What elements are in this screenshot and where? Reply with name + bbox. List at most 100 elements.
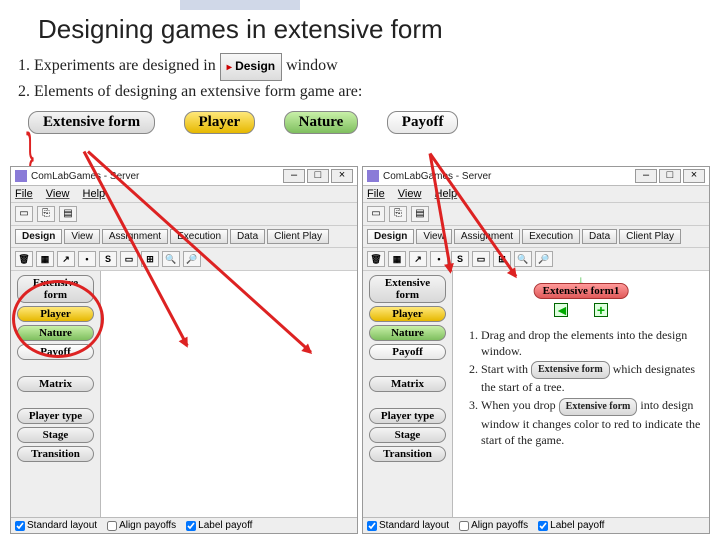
tab-view[interactable]: View bbox=[416, 229, 452, 244]
tab-execution[interactable]: Execution bbox=[170, 229, 228, 244]
status-standard-layout[interactable]: Standard layout bbox=[367, 520, 449, 531]
palette-player-type[interactable]: Player type bbox=[17, 408, 94, 424]
chip-player: Player bbox=[184, 111, 256, 134]
slide-title: Designing games in extensive form bbox=[0, 0, 720, 53]
tool-zoom-icon[interactable]: 🔍 bbox=[514, 251, 532, 267]
tab-client-play[interactable]: Client Play bbox=[619, 229, 681, 244]
status-align-payoffs[interactable]: Align payoffs bbox=[459, 520, 528, 531]
design-toolbar: 🗑 ▦ ↗ • S ▭ ⊞ 🔍 🔎 bbox=[11, 248, 357, 271]
palette-extensive-form[interactable]: Extensive form bbox=[369, 275, 446, 303]
tool-icon[interactable]: S bbox=[99, 251, 117, 267]
tabbar: Design View Assignment Execution Data Cl… bbox=[363, 226, 709, 248]
close-button[interactable]: × bbox=[331, 169, 353, 183]
handle-collapse-icon[interactable]: ◄ bbox=[554, 303, 568, 317]
menu-view[interactable]: View bbox=[398, 188, 422, 200]
palette-nature[interactable]: Nature bbox=[369, 325, 446, 341]
tool-icon[interactable]: ⊞ bbox=[141, 251, 159, 267]
design-canvas[interactable] bbox=[101, 271, 357, 517]
tool-icon[interactable]: • bbox=[430, 251, 448, 267]
tab-design[interactable]: Design bbox=[367, 229, 414, 244]
status-label-payoff[interactable]: Label payoff bbox=[186, 520, 252, 531]
chip-extensive-form: Extensive form bbox=[28, 111, 155, 134]
tab-design[interactable]: Design bbox=[15, 229, 62, 244]
tool-trash-icon[interactable]: 🗑 bbox=[15, 251, 33, 267]
app-icon bbox=[15, 170, 27, 182]
app-window-left: ComLabGames - Server – □ × File View Hel… bbox=[10, 166, 358, 534]
toolbar-icon[interactable]: ▭ bbox=[367, 206, 385, 222]
element-chip-row: Extensive form Player Nature Payoff bbox=[0, 103, 720, 142]
node-extensive-form1: Extensive form1 bbox=[534, 283, 629, 299]
window-title: ComLabGames - Server bbox=[31, 171, 281, 182]
tool-icon[interactable]: S bbox=[451, 251, 469, 267]
menu-view[interactable]: View bbox=[46, 188, 70, 200]
maximize-button[interactable]: □ bbox=[659, 169, 681, 183]
menu-file[interactable]: File bbox=[367, 188, 385, 200]
instructions: Drag and drop the elements into the desi… bbox=[461, 327, 703, 450]
status-standard-layout[interactable]: Standard layout bbox=[15, 520, 97, 531]
status-align-payoffs[interactable]: Align payoffs bbox=[107, 520, 176, 531]
tool-icon[interactable]: ↗ bbox=[57, 251, 75, 267]
tool-icon[interactable]: ▦ bbox=[36, 251, 54, 267]
handle-expand-icon[interactable]: + bbox=[594, 303, 608, 317]
menu-help[interactable]: Help bbox=[83, 188, 106, 200]
toolbar-icon[interactable]: ▤ bbox=[59, 206, 77, 222]
close-button[interactable]: × bbox=[683, 169, 705, 183]
toolbar-icon[interactable]: ▭ bbox=[15, 206, 33, 222]
instruction-1: Drag and drop the elements into the desi… bbox=[481, 328, 687, 358]
design-canvas[interactable]: ↓ Extensive form1 ◄ + Drag and drop the … bbox=[453, 271, 709, 517]
tool-icon[interactable]: ▦ bbox=[388, 251, 406, 267]
tab-assignment[interactable]: Assignment bbox=[102, 229, 168, 244]
slide-accent bbox=[180, 0, 300, 10]
palette-stage[interactable]: Stage bbox=[369, 427, 446, 443]
status-label-payoff[interactable]: Label payoff bbox=[538, 520, 604, 531]
node-handles: ◄ + bbox=[554, 303, 608, 317]
tool-zoom-icon[interactable]: 🔍 bbox=[162, 251, 180, 267]
palette-payoff[interactable]: Payoff bbox=[369, 344, 446, 360]
palette-player[interactable]: Player bbox=[369, 306, 446, 322]
iconbar: ▭ ⎘ ▤ bbox=[363, 203, 709, 226]
tool-icon[interactable]: • bbox=[78, 251, 96, 267]
tool-icon[interactable]: ↗ bbox=[409, 251, 427, 267]
tool-icon[interactable]: ⊞ bbox=[493, 251, 511, 267]
toolbar-icon[interactable]: ⎘ bbox=[37, 206, 55, 222]
design-window-chip: ▸ Design bbox=[220, 53, 282, 81]
inline-chip-extensive-form: Extensive form bbox=[531, 361, 610, 379]
tool-zoom-icon[interactable]: 🔎 bbox=[183, 251, 201, 267]
tool-icon[interactable]: ▭ bbox=[120, 251, 138, 267]
palette: Extensive form Player Nature Payoff Matr… bbox=[363, 271, 453, 517]
palette-player[interactable]: Player bbox=[17, 306, 94, 322]
menu-help[interactable]: Help bbox=[435, 188, 458, 200]
tab-execution[interactable]: Execution bbox=[522, 229, 580, 244]
palette-player-type[interactable]: Player type bbox=[369, 408, 446, 424]
window-title: ComLabGames - Server bbox=[383, 171, 633, 182]
palette-nature[interactable]: Nature bbox=[17, 325, 94, 341]
palette-transition[interactable]: Transition bbox=[17, 446, 94, 462]
dropped-node[interactable]: Extensive form1 bbox=[532, 283, 631, 299]
tab-view[interactable]: View bbox=[64, 229, 100, 244]
tab-client-play[interactable]: Client Play bbox=[267, 229, 329, 244]
app-window-right: ComLabGames - Server – □ × File View Hel… bbox=[362, 166, 710, 534]
palette-payoff[interactable]: Payoff bbox=[17, 344, 94, 360]
palette-transition[interactable]: Transition bbox=[369, 446, 446, 462]
tool-trash-icon[interactable]: 🗑 bbox=[367, 251, 385, 267]
palette-matrix[interactable]: Matrix bbox=[17, 376, 94, 392]
tool-zoom-icon[interactable]: 🔎 bbox=[535, 251, 553, 267]
minimize-button[interactable]: – bbox=[283, 169, 305, 183]
intro-line1b: window bbox=[286, 57, 338, 74]
menubar: File View Help bbox=[363, 186, 709, 203]
menubar: File View Help bbox=[11, 186, 357, 203]
palette-extensive-form[interactable]: Extensive form bbox=[17, 275, 94, 303]
tab-assignment[interactable]: Assignment bbox=[454, 229, 520, 244]
toolbar-icon[interactable]: ⎘ bbox=[389, 206, 407, 222]
palette-stage[interactable]: Stage bbox=[17, 427, 94, 443]
tab-data[interactable]: Data bbox=[582, 229, 617, 244]
palette-matrix[interactable]: Matrix bbox=[369, 376, 446, 392]
intro-line1a: 1. Experiments are designed in bbox=[18, 57, 220, 74]
toolbar-icon[interactable]: ▤ bbox=[411, 206, 429, 222]
tool-icon[interactable]: ▭ bbox=[472, 251, 490, 267]
tab-data[interactable]: Data bbox=[230, 229, 265, 244]
menu-file[interactable]: File bbox=[15, 188, 33, 200]
maximize-button[interactable]: □ bbox=[307, 169, 329, 183]
statusbar: Standard layout Align payoffs Label payo… bbox=[11, 517, 357, 533]
minimize-button[interactable]: – bbox=[635, 169, 657, 183]
